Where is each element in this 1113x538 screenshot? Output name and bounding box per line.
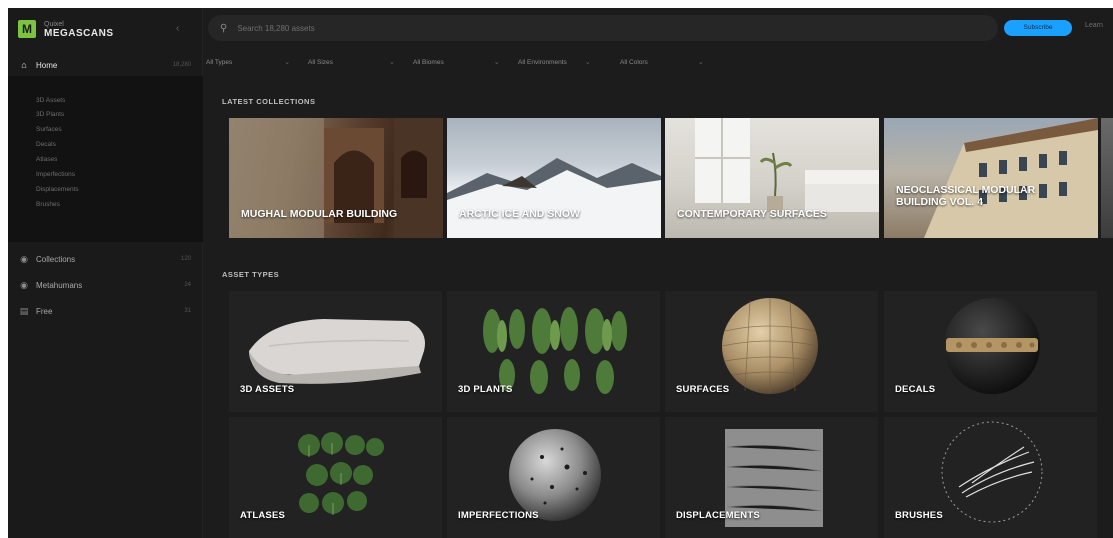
subscribe-button[interactable]: Subscribe (1004, 20, 1072, 36)
asset-type-label: 3D PLANTS (458, 384, 513, 395)
sidebar-item-collections[interactable]: ◉ Collections 120 (8, 248, 203, 270)
chevron-down-icon: ⌄ (493, 59, 500, 66)
asset-type-label: ATLASES (240, 510, 286, 521)
sidebar-item-metahumans[interactable]: ◉ Metahumans 24 (8, 274, 203, 296)
filter-environment[interactable]: All Environments ⌄ (518, 56, 591, 68)
app-window: M Quixel MEGASCANS ‹ ⌂ Home 18,280 3D As… (8, 8, 1113, 538)
chevron-down-icon: ⌄ (284, 59, 291, 66)
sidebar-subitem-3d-plants[interactable]: 3D Plants (36, 110, 64, 120)
asset-type-card-imperfections[interactable]: IMPERFECTIONS (447, 417, 660, 538)
metahumans-icon: ◉ (20, 279, 28, 290)
collapse-sidebar-icon[interactable]: ‹ (176, 23, 179, 34)
sidebar-subitem-atlases[interactable]: Atlases (36, 155, 57, 165)
filter-color[interactable]: All Colors ⌄ (620, 56, 704, 68)
asset-type-card-surfaces[interactable]: SURFACES (665, 291, 878, 412)
asset-type-card-brushes[interactable]: BRUSHES (884, 417, 1097, 538)
search-input[interactable]: Search 18,280 assets (237, 24, 314, 33)
sidebar-item-label: Metahumans (36, 280, 83, 290)
asset-type-label: DECALS (895, 384, 936, 395)
filter-label: All Biomes (413, 58, 444, 66)
sidebar-subitem-decals[interactable]: Decals (36, 140, 56, 150)
collection-title: MUGHAL MODULAR BUILDING (241, 208, 398, 220)
sidebar-item-home[interactable]: ⌂ Home 18,280 (8, 54, 203, 76)
sidebar-subitem-surfaces[interactable]: Surfaces (36, 125, 62, 135)
brand-logo[interactable]: M Quixel MEGASCANS (18, 18, 114, 40)
asset-type-label: IMPERFECTIONS (458, 510, 539, 521)
sidebar-item-count: 120 (180, 256, 191, 262)
sidebar-item-label: Collections (36, 254, 76, 264)
sidebar-item-free[interactable]: ▤ Free 31 (8, 300, 203, 322)
collection-thumbnail (924, 118, 1098, 238)
search-icon: ⚲ (220, 22, 228, 34)
free-icon: ▤ (19, 305, 29, 316)
asset-type-card-3d-plants[interactable]: 3D PLANTS (447, 291, 660, 412)
collections-icon: ◉ (20, 253, 28, 264)
filter-biome[interactable]: All Biomes ⌄ (413, 56, 500, 68)
sidebar-subitem-imperfections[interactable]: Imperfections (36, 170, 75, 180)
megascans-logo-icon: M (18, 20, 36, 38)
asset-type-card-atlases[interactable]: ATLASES (229, 417, 442, 538)
asset-type-card-3d-assets[interactable]: 3D ASSETS (229, 291, 442, 412)
filter-type[interactable]: All Types ⌄ (206, 56, 290, 68)
filter-label: All Sizes (308, 58, 333, 66)
sidebar-item-label: Home (36, 60, 58, 70)
sidebar-item-label: Free (36, 306, 53, 316)
home-icon: ⌂ (21, 60, 27, 70)
collection-thumbnail (447, 158, 661, 238)
asset-type-label: 3D ASSETS (240, 384, 295, 395)
collection-title: NEOCLASSICAL MODULAR BUILDING VOL. 4 (896, 184, 1036, 208)
collection-card[interactable]: NEOCLASSICAL MODULAR BUILDING VOL. 4 (884, 118, 1098, 238)
brand-title: MEGASCANS (44, 28, 114, 39)
collection-thumbnail (695, 118, 879, 212)
filter-label: All Types (206, 58, 233, 66)
collection-thumbnail (229, 118, 443, 238)
latest-collections-heading: LATEST COLLECTIONS (222, 97, 316, 106)
learn-link[interactable]: Learn (1085, 22, 1103, 29)
asset-type-label: DISPLACEMENTS (676, 510, 760, 521)
chevron-down-icon: ⌄ (388, 59, 395, 66)
sidebar-item-count: 31 (184, 308, 191, 314)
asset-type-label: SURFACES (676, 384, 730, 395)
filter-size[interactable]: All Sizes ⌄ (308, 56, 395, 68)
sidebar-item-count: 18,280 (172, 62, 191, 68)
chevron-down-icon: ⌄ (584, 59, 591, 66)
sidebar-subitem-displacements[interactable]: Displacements (36, 185, 79, 195)
asset-type-card-displacements[interactable]: DISPLACEMENTS (665, 417, 878, 538)
search-bar[interactable]: ⚲ Search 18,280 assets (208, 15, 998, 41)
collection-card[interactable]: CONTEMPORARY SURFACES (665, 118, 879, 238)
asset-type-card-decals[interactable]: DECALS (884, 291, 1097, 412)
collection-title: CONTEMPORARY SURFACES (677, 208, 827, 220)
sidebar-item-count: 24 (184, 282, 191, 288)
collection-title: ARCTIC ICE AND SNOW (459, 208, 580, 220)
filter-label: All Colors (620, 58, 648, 66)
filter-label: All Environments (518, 58, 567, 66)
collection-card[interactable]: ARCTIC ICE AND SNOW (447, 118, 661, 238)
collection-card-partial[interactable] (1101, 118, 1113, 238)
asset-types-heading: ASSET TYPES (222, 270, 280, 279)
home-subpanel: 3D Assets 3D Plants Surfaces Decals Atla… (8, 76, 203, 242)
asset-type-label: BRUSHES (895, 510, 943, 521)
sidebar-subitem-3d-assets[interactable]: 3D Assets (36, 96, 65, 106)
sidebar: M Quixel MEGASCANS ‹ ⌂ Home 18,280 3D As… (8, 8, 203, 538)
chevron-down-icon: ⌄ (697, 59, 704, 66)
collection-card[interactable]: MUGHAL MODULAR BUILDING (229, 118, 443, 238)
sidebar-subitem-brushes[interactable]: Brushes (36, 200, 60, 210)
